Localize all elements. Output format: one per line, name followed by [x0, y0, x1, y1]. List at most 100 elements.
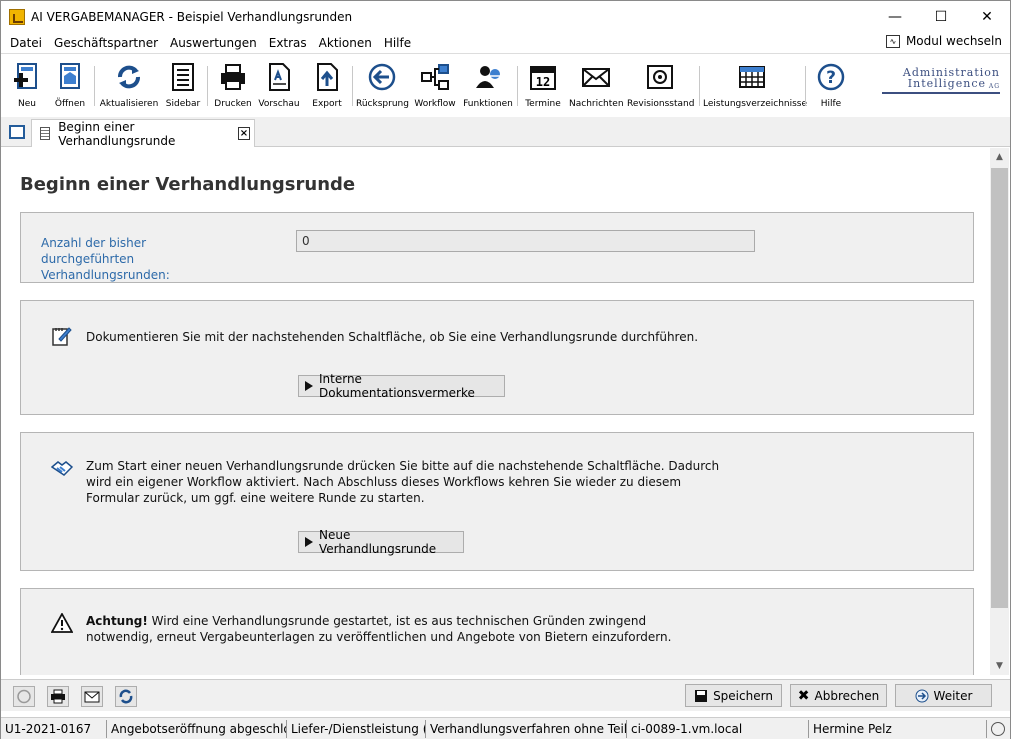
- toolbar-help-label: Hilfe: [820, 99, 842, 109]
- circle-disabled-button[interactable]: [13, 686, 35, 707]
- menu-bar: Datei Geschäftspartner Auswertungen Extr…: [1, 32, 1010, 53]
- toolbar-separator: [805, 66, 806, 106]
- printer-icon: [221, 64, 245, 90]
- documentation-text: Dokumentieren Sie mit der nachstehenden …: [86, 330, 699, 344]
- toolbar-refresh-button[interactable]: Aktualisieren: [99, 58, 159, 114]
- close-button[interactable]: ✕: [964, 1, 1010, 32]
- edit-note-icon: [52, 327, 72, 346]
- circle-icon: [17, 689, 31, 704]
- refresh-small-button[interactable]: [115, 686, 137, 707]
- count-field[interactable]: 0: [296, 230, 755, 252]
- warning-text: Achtung! Wird eine Verhandlungsrunde ges…: [86, 613, 686, 645]
- modul-wechseln-label: Modul wechseln: [905, 34, 1002, 48]
- toolbar-functions-button[interactable]: Funktionen: [462, 58, 514, 114]
- safe-icon: [647, 65, 673, 89]
- scroll-down-icon[interactable]: ▼: [990, 657, 1009, 675]
- toolbar-calendar-button[interactable]: 12 Termine: [521, 58, 565, 114]
- toolbar-export-button[interactable]: Export: [305, 58, 349, 114]
- scroll-up-icon[interactable]: ▲: [990, 148, 1009, 166]
- toolbar-print-label: Drucken: [214, 99, 252, 109]
- calendar-icon: 12: [530, 66, 556, 90]
- toolbar-back-label: Rücksprung: [356, 99, 409, 109]
- status-phase: Angebotseröffnung abgeschlos...: [107, 719, 287, 738]
- toolbar-preview-label: Vorschau: [258, 99, 300, 109]
- form-content: Beginn einer Verhandlungsrunde Anzahl de…: [4, 148, 990, 675]
- maximize-button[interactable]: ☐: [918, 1, 964, 32]
- toolbar-messages-label: Nachrichten: [569, 99, 624, 109]
- scroll-thumb[interactable]: [991, 168, 1008, 608]
- page-title: Beginn einer Verhandlungsrunde: [20, 174, 356, 195]
- document-icon: [40, 127, 51, 140]
- status-server: ci-0089-1.vm.local: [627, 719, 809, 738]
- printer-icon: [51, 689, 65, 704]
- mail-small-button[interactable]: [81, 686, 103, 707]
- app-logo-icon: [9, 8, 25, 25]
- warning-icon: [51, 613, 73, 633]
- help-icon: ?: [817, 63, 845, 91]
- menu-hilfe[interactable]: Hilfe: [378, 36, 417, 50]
- toolbar-messages-button[interactable]: Nachrichten: [569, 58, 624, 114]
- menu-extras[interactable]: Extras: [263, 36, 313, 50]
- export-icon: [317, 63, 338, 91]
- new-round-panel: Zum Start einer neuen Verhandlungsrunde …: [20, 432, 974, 571]
- toolbar-help-button[interactable]: ? Hilfe: [811, 58, 851, 114]
- new-round-button[interactable]: Neue Verhandlungsrunde: [298, 528, 464, 556]
- tab-beginn-verhandlungsrunde[interactable]: Beginn einer Verhandlungsrunde ×: [31, 119, 255, 148]
- refresh-icon: [119, 689, 133, 704]
- next-button[interactable]: Weiter: [895, 684, 992, 707]
- grid-table-icon: [739, 66, 765, 88]
- internal-documentation-button[interactable]: Interne Dokumentationsvermerke: [298, 372, 505, 400]
- toolbar-separator: [699, 66, 700, 106]
- workflow-icon: [421, 64, 449, 90]
- menu-datei[interactable]: Datei: [4, 36, 48, 50]
- logo-line2: Intelligence: [907, 77, 986, 90]
- envelope-icon: [84, 691, 100, 703]
- menu-auswertungen[interactable]: Auswertungen: [164, 36, 263, 50]
- warning-body: Wird eine Verhandlungsrunde gestartet, i…: [86, 614, 672, 644]
- save-button[interactable]: Speichern: [685, 684, 782, 707]
- back-arrow-icon: [368, 63, 396, 91]
- toolbar: Neu Öffnen Aktualisieren Sidebar Drucken…: [1, 53, 1010, 117]
- toolbar-workflow-label: Workflow: [414, 99, 456, 109]
- toolbar-open-button[interactable]: Öffnen: [49, 58, 91, 114]
- vertical-scrollbar[interactable]: ▲ ▼: [990, 148, 1009, 675]
- toolbar-lv-button[interactable]: Leistungsverzeichnisse: [703, 58, 808, 114]
- open-document-icon: [60, 63, 80, 89]
- toolbar-lv-label: Leistungsverzeichnisse: [703, 99, 808, 109]
- toolbar-sidebar-button[interactable]: Sidebar: [162, 58, 204, 114]
- warning-bold: Achtung!: [86, 614, 148, 628]
- toolbar-preview-button[interactable]: Vorschau: [257, 58, 301, 114]
- toolbar-separator: [207, 66, 208, 106]
- toolbar-workflow-button[interactable]: Workflow: [411, 58, 459, 114]
- play-icon: [305, 381, 313, 391]
- status-type: Liefer-/Dienstleistung (...: [287, 719, 426, 738]
- menu-aktionen[interactable]: Aktionen: [313, 36, 378, 50]
- print-small-button[interactable]: [47, 686, 69, 707]
- edit-view-icon[interactable]: [9, 125, 25, 139]
- count-panel: Anzahl der bisher durchgeführten Verhand…: [20, 212, 974, 283]
- toolbar-print-button[interactable]: Drucken: [212, 58, 254, 114]
- modul-wechseln-button[interactable]: ∿ Modul wechseln: [885, 34, 1002, 48]
- tab-label: Beginn einer Verhandlungsrunde: [58, 119, 176, 148]
- forward-circle-icon: [915, 689, 929, 702]
- tab-close-icon[interactable]: ×: [237, 127, 250, 140]
- toolbar-back-button[interactable]: Rücksprung: [356, 58, 409, 114]
- floppy-icon: [695, 689, 708, 702]
- sidebar-icon: [172, 63, 194, 91]
- new-document-icon: [14, 63, 37, 89]
- save-label: Speichern: [713, 688, 773, 703]
- toolbar-new-button[interactable]: Neu: [7, 58, 47, 114]
- toolbar-functions-label: Funktionen: [463, 99, 513, 109]
- toolbar-refresh-label: Aktualisieren: [99, 99, 159, 109]
- cancel-button[interactable]: ✖ Abbrechen: [790, 684, 887, 707]
- toolbar-separator: [94, 66, 95, 106]
- warning-panel: Achtung! Wird eine Verhandlungsrunde ges…: [20, 588, 974, 675]
- toolbar-separator: [352, 66, 353, 106]
- logo-underline: [882, 92, 1000, 94]
- menu-geschaeftspartner[interactable]: Geschäftspartner: [48, 36, 164, 50]
- toolbar-export-label: Export: [312, 99, 342, 109]
- minimize-button[interactable]: —: [872, 1, 918, 32]
- title-bar: AI VERGABEMANAGER - Beispiel Verhandlung…: [1, 1, 1010, 32]
- status-project-id: U1-2021-0167: [1, 719, 107, 738]
- toolbar-revision-button[interactable]: Revisionsstand: [627, 58, 694, 114]
